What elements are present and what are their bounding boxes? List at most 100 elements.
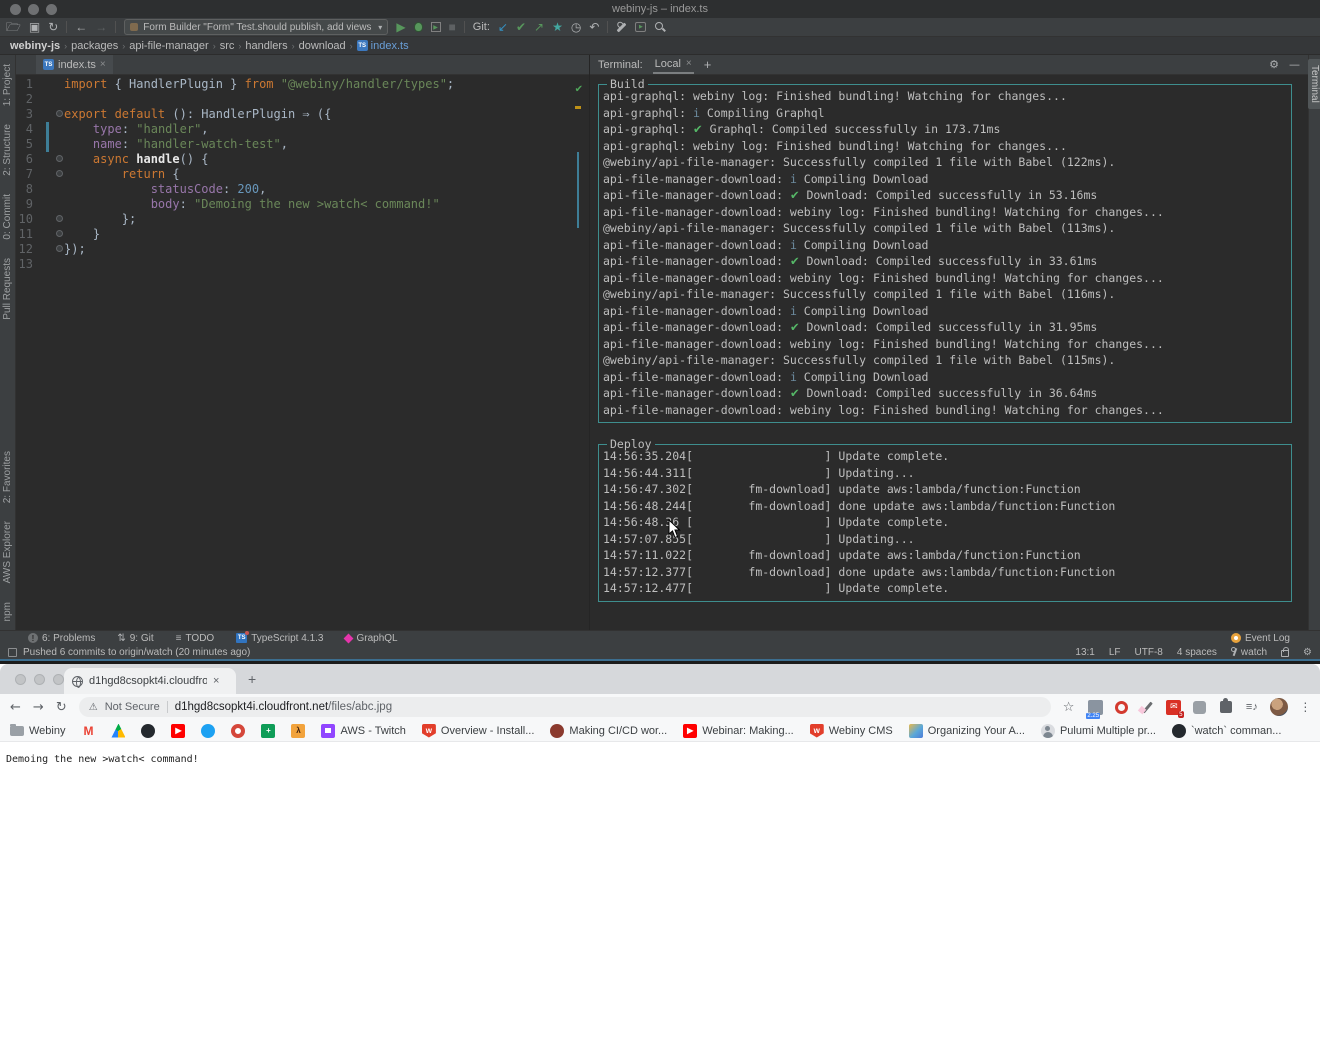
new-terminal-icon[interactable]: +	[704, 57, 712, 72]
sidebar-item--favorites[interactable]: 2: Favorites	[2, 451, 13, 503]
run-configuration-select[interactable]: Form Builder "Form" Test.should publish,…	[124, 19, 388, 35]
fold-marker-icon[interactable]	[56, 110, 63, 117]
breadcrumb-item[interactable]: api-file-manager	[129, 40, 208, 52]
bookmark-item[interactable]: +	[261, 724, 275, 738]
terminal-minimize-icon[interactable]: —	[1289, 58, 1300, 71]
debug-button[interactable]	[414, 22, 423, 32]
bookmark-item[interactable]: Organizing Your A...	[909, 724, 1025, 738]
close-icon[interactable]: ×	[100, 59, 106, 70]
toolbar-item-todo[interactable]: ≡TODO	[176, 633, 215, 644]
stop-button[interactable]: ■	[449, 20, 456, 34]
address-bar[interactable]: ⚠ Not Secure d1hgd8csopkt4i.cloudfront.n…	[79, 697, 1051, 717]
sidebar-item-pull-requests[interactable]: Pull Requests	[2, 258, 13, 320]
minimize-window-button[interactable]	[34, 674, 45, 685]
bookmark-item[interactable]: wWebiny CMS	[810, 724, 893, 738]
terminal-console[interactable]: Build api-graphql: webiny log: Finished …	[590, 75, 1308, 630]
git-commit-icon[interactable]: ✔	[516, 20, 526, 34]
fold-marker-icon[interactable]	[56, 215, 63, 222]
mail-extension-icon[interactable]: ✉5	[1166, 700, 1181, 715]
breadcrumb-item[interactable]: src	[220, 40, 235, 52]
bookmark-item[interactable]: ▶Webinar: Making...	[683, 724, 794, 738]
profile-avatar[interactable]	[1270, 698, 1288, 716]
history-icon[interactable]: ◷	[571, 20, 581, 34]
breadcrumb-item[interactable]: handlers	[245, 40, 287, 52]
code-editor[interactable]: 12345678910111213 import { HandlerPlugin…	[16, 75, 589, 630]
sync-icon[interactable]: ↻	[48, 20, 58, 34]
file-encoding[interactable]: UTF-8	[1135, 647, 1163, 658]
browser-menu-icon[interactable]: ⋮	[1299, 700, 1311, 714]
bookmark-item[interactable]	[111, 724, 125, 738]
close-icon[interactable]: ×	[213, 675, 219, 687]
bookmark-item[interactable]: `watch` comman...	[1172, 724, 1281, 738]
git-branch-widget[interactable]: watch	[1231, 647, 1267, 658]
toolbar-item-graphql[interactable]: GraphQL	[345, 633, 397, 644]
git-cherry-pick-icon[interactable]: ★	[552, 20, 563, 34]
fold-marker-icon[interactable]	[56, 230, 63, 237]
playlist-extension-icon[interactable]: ≡♪	[1244, 700, 1259, 715]
sidebar-item--structure[interactable]: 2: Structure	[2, 124, 13, 176]
bookmark-item[interactable]: Pulumi Multiple pr...	[1041, 724, 1156, 738]
bookmark-item[interactable]: λ	[291, 724, 305, 738]
terminal-tab-local[interactable]: Local ×	[653, 55, 694, 74]
undo-icon[interactable]: ↶	[589, 20, 599, 34]
back-icon[interactable]: ←	[75, 20, 87, 34]
bookmark-item[interactable]: M	[81, 724, 95, 738]
bookmark-item[interactable]: Webiny	[10, 725, 65, 737]
bookmark-star-icon[interactable]: ☆	[1063, 700, 1075, 715]
git-push-icon[interactable]: ↗	[534, 20, 544, 34]
bookmark-item[interactable]	[231, 724, 245, 738]
sidebar-item-terminal[interactable]: Terminal	[1308, 59, 1320, 109]
price-tracker-extension-icon[interactable]: 2.25	[1088, 700, 1103, 715]
run-coverage-button[interactable]: ▶	[431, 22, 441, 32]
new-tab-button[interactable]: +	[248, 671, 256, 687]
bookmark-item[interactable]	[141, 724, 155, 738]
browser-tab[interactable]: d1hgd8csopkt4i.cloudfront.ne ×	[64, 668, 236, 694]
color-picker-extension-icon[interactable]	[1140, 700, 1155, 715]
git-update-icon[interactable]: ↙	[498, 20, 508, 34]
lock-icon[interactable]	[1281, 650, 1289, 657]
settings-gear-icon[interactable]: ⚙	[1303, 647, 1312, 658]
sidebar-item--project[interactable]: 1: Project	[2, 64, 13, 106]
breadcrumb-item[interactable]: download	[299, 40, 346, 52]
bookmark-item[interactable]	[201, 724, 215, 738]
close-icon[interactable]: ×	[686, 58, 692, 69]
toolbar-item-git[interactable]: ⇅9: Git	[117, 633, 153, 644]
sidebar-item-aws-explorer[interactable]: AWS Explorer	[2, 521, 13, 583]
editor-tab-index-ts[interactable]: TS index.ts ×	[36, 55, 113, 74]
gray-extension-icon[interactable]	[1192, 700, 1207, 715]
toolbar-item-ts[interactable]: TSTypeScript 4.1.3	[236, 633, 323, 644]
toolbar-item-problems[interactable]: !6: Problems	[28, 633, 95, 644]
run-button[interactable]: ▶	[396, 20, 405, 34]
bookmark-item[interactable]: Making CI/CD wor...	[550, 724, 667, 738]
caret-position[interactable]: 13:1	[1075, 647, 1094, 658]
not-secure-warning-icon[interactable]: ⚠	[89, 702, 98, 713]
breadcrumb-item[interactable]: TSindex.ts	[357, 40, 409, 52]
settings-wrench-icon[interactable]	[616, 22, 627, 33]
indent-setting[interactable]: 4 spaces	[1177, 647, 1217, 658]
bookmark-item[interactable]: AWS - Twitch	[321, 724, 405, 738]
bookmark-item[interactable]: ▶	[171, 724, 185, 738]
run-anything-icon[interactable]: ▶	[635, 22, 646, 32]
search-everywhere-icon[interactable]	[654, 21, 666, 33]
blocker-extension-icon[interactable]	[1114, 700, 1129, 715]
save-icon[interactable]: ▣	[29, 20, 40, 34]
forward-icon[interactable]: →	[95, 20, 107, 34]
close-window-button[interactable]	[15, 674, 26, 685]
bookmark-item[interactable]: wOverview - Install...	[422, 724, 535, 738]
back-icon[interactable]: ←	[10, 700, 21, 715]
fold-marker-icon[interactable]	[56, 170, 63, 177]
extensions-puzzle-icon[interactable]	[1218, 700, 1233, 715]
sidebar-item--commit[interactable]: 0: Commit	[2, 194, 13, 240]
forward-icon[interactable]: →	[33, 700, 44, 715]
fold-marker-icon[interactable]	[56, 155, 63, 162]
tool-window-toggle-icon[interactable]	[8, 648, 17, 657]
reload-icon[interactable]: ↻	[56, 700, 67, 715]
terminal-settings-gear-icon[interactable]: ⚙	[1269, 58, 1279, 71]
fold-marker-icon[interactable]	[56, 245, 63, 252]
line-separator[interactable]: LF	[1109, 647, 1121, 658]
sidebar-item-npm[interactable]: npm	[2, 602, 13, 621]
event-log-button[interactable]: Event Log	[1231, 633, 1290, 644]
breadcrumb-item[interactable]: packages	[71, 40, 118, 52]
breadcrumb-item[interactable]: webiny-js	[10, 40, 60, 52]
open-folder-icon[interactable]: 🗁	[6, 20, 21, 34]
